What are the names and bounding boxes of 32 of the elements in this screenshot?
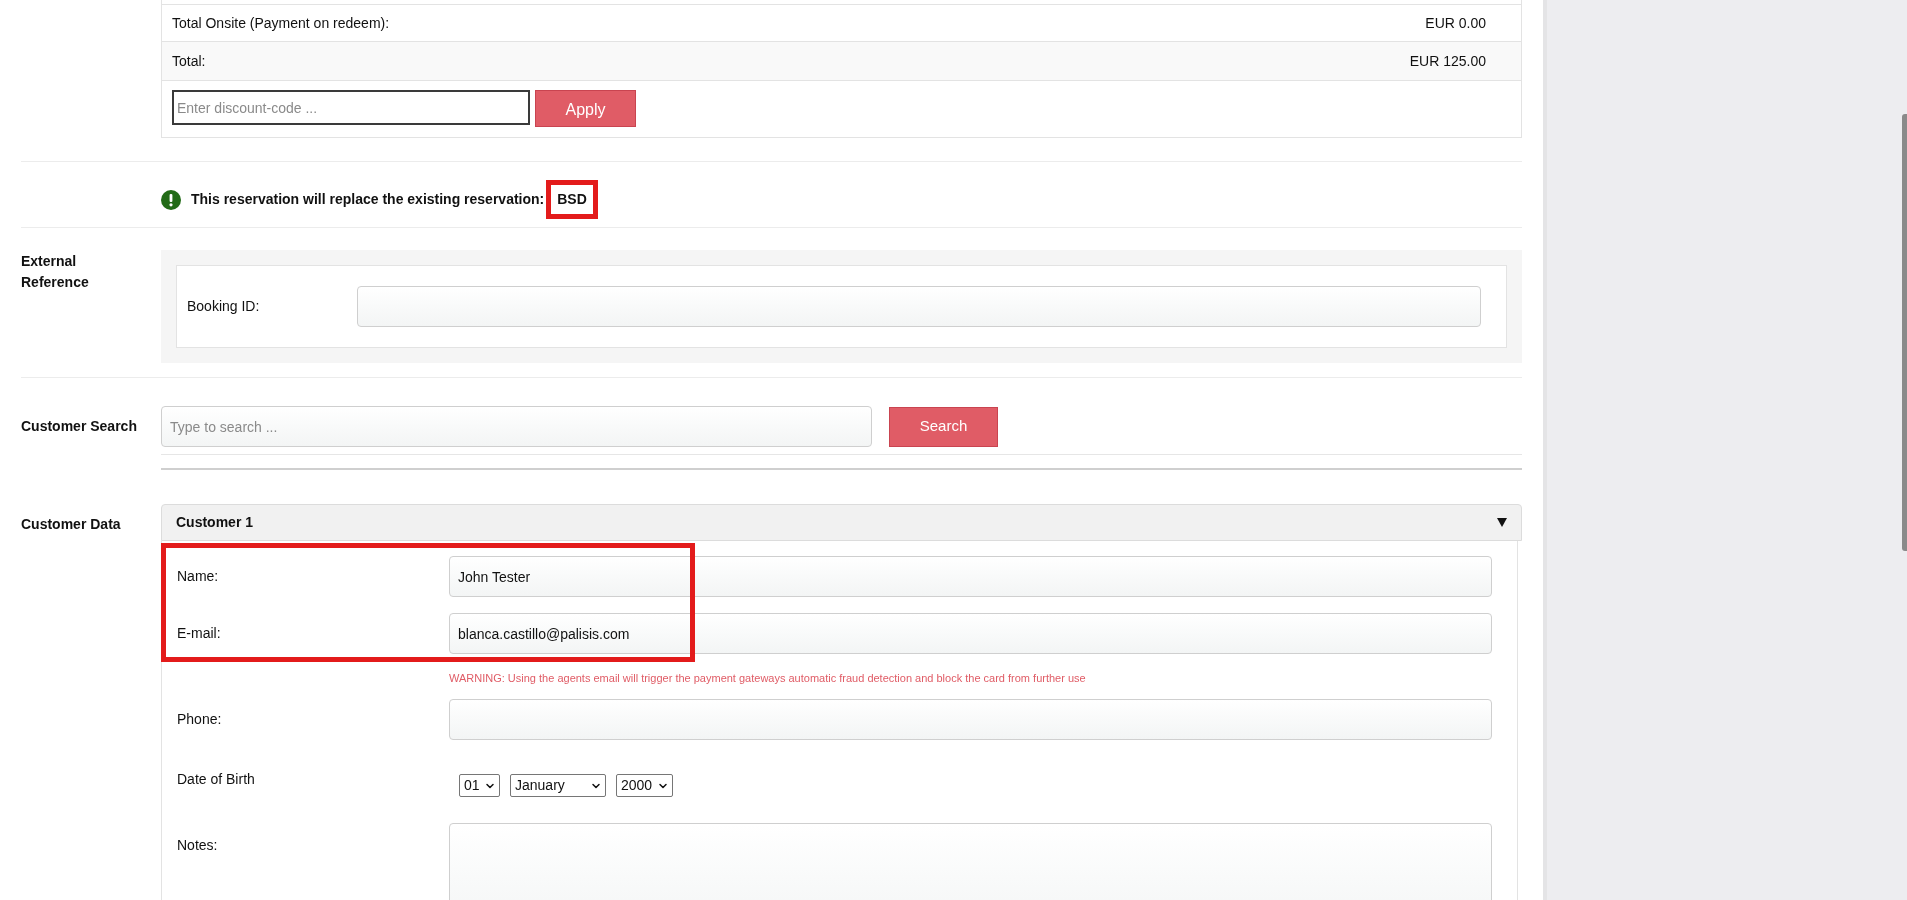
warning-text: WARNING: Using the agents email will trigger the payment gateways automatic fraud detection and block the card from further use [449,672,1086,684]
customer-search-field[interactable]: Type to search ... [161,406,872,447]
notes-field[interactable] [449,823,1492,900]
summary-amount: EUR 125.00 [1409,51,1486,71]
text-field[interactable]: John Tester [449,556,1492,597]
summary-amount: EUR 0.00 [1425,13,1486,33]
discount-code-field[interactable]: Enter discount-code ... [172,90,530,125]
accordion-header[interactable]: Customer 1 [161,504,1522,541]
scrollbar-thumb[interactable] [1902,114,1907,551]
exclamation-icon [161,189,181,210]
field-label: E-mail: [177,624,222,643]
summary-label: Total: [172,51,206,71]
year-select[interactable]: 2000 [616,774,673,797]
section-label: External Reference [21,252,90,292]
field-label: Name: [177,567,220,586]
search-button[interactable]: Search [889,406,998,447]
notice-text: This reservation will replace the existing reservation: [191,190,545,209]
field-label: Booking ID: [187,297,261,316]
section-label: Customer Search [21,417,138,436]
reservation-code: BSD [557,191,587,207]
text-field[interactable]: blanca.castillo@palisis.com [449,613,1492,654]
day-select[interactable]: 01 [459,774,500,797]
booking-id-field[interactable] [357,286,1481,327]
field-label: Phone: [177,710,223,729]
caret-icon [1497,518,1507,527]
section-label: Customer Data [21,516,121,532]
apply-button[interactable]: Apply [535,90,636,127]
month-select[interactable]: January [510,774,606,797]
field-label: Date of Birth [177,770,256,789]
summary-label: Total Onsite (Payment on redeem): [172,13,390,33]
text-field[interactable] [449,699,1492,740]
field-label: Notes: [177,836,219,855]
